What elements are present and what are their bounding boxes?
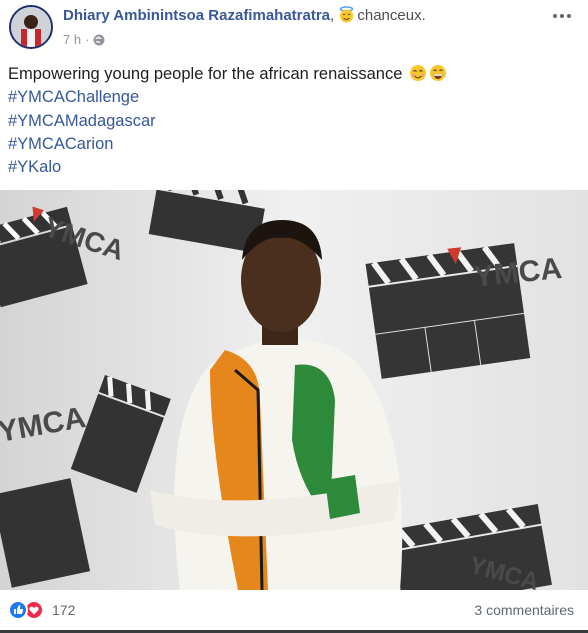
- post-footer: 172 3 commentaires: [0, 590, 588, 633]
- post-text-line: Empowering young people for the african …: [8, 63, 578, 86]
- author-separator: ,: [330, 7, 335, 24]
- hashtag-link[interactable]: #YKalo: [8, 156, 578, 179]
- more-dot-icon: [553, 14, 557, 18]
- post-message: Empowering young people for the african …: [8, 65, 403, 83]
- comments-count-link[interactable]: 3 commentaires: [474, 602, 574, 618]
- reaction-count: 172: [52, 602, 76, 618]
- reactions-summary[interactable]: 172: [8, 600, 75, 620]
- grinning-face-with-smiling-eyes-icon: [429, 64, 447, 82]
- author-avatar[interactable]: [9, 5, 53, 49]
- post-text: Empowering young people for the african …: [8, 63, 578, 179]
- hashtag-link[interactable]: #YMCACarion: [8, 133, 578, 156]
- feeling-text[interactable]: chanceux.: [357, 7, 425, 24]
- post-header: Dhiary Ambinintsoa Razafimahatratra, cha…: [0, 0, 588, 58]
- globe-icon[interactable]: [93, 34, 105, 46]
- like-icon: [8, 600, 28, 620]
- more-options-button[interactable]: [550, 8, 574, 24]
- post-timestamp[interactable]: 7 h: [63, 32, 81, 47]
- more-dot-icon: [560, 14, 564, 18]
- more-dot-icon: [567, 14, 571, 18]
- post-meta: 7 h ·: [63, 32, 105, 47]
- hashtag-link[interactable]: #YMCAChallenge: [8, 86, 578, 109]
- author-name-link[interactable]: Dhiary Ambinintsoa Razafimahatratra: [63, 7, 330, 24]
- hashtag-link[interactable]: #YMCAMadagascar: [8, 110, 578, 133]
- author-line: Dhiary Ambinintsoa Razafimahatratra, cha…: [63, 6, 426, 24]
- post-photo[interactable]: YMCA YMCA YMCA YMCA: [0, 190, 588, 590]
- smiling-face-with-smiling-eyes-icon: [409, 64, 427, 82]
- smiling-face-with-halo-icon: [338, 6, 355, 23]
- meta-dot: ·: [85, 32, 90, 47]
